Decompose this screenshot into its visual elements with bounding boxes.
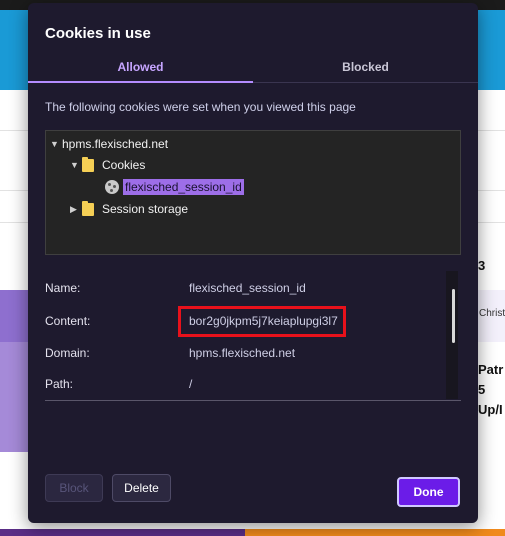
cookie-icon [105, 180, 119, 194]
tab-allowed[interactable]: Allowed [28, 55, 253, 83]
detail-label: Path: [45, 377, 74, 391]
details-scrollbar-thumb[interactable] [452, 289, 455, 343]
page-snippet-number: 3 [478, 258, 486, 273]
tree-item-session-storage[interactable]: ▶ Session storage [70, 199, 188, 219]
block-button[interactable]: Block [45, 474, 103, 502]
done-button[interactable]: Done [397, 477, 460, 507]
page-footer-bar [0, 529, 245, 536]
tree-item-cookies[interactable]: ▼ Cookies [70, 155, 145, 175]
tree-cookie-label[interactable]: flexisched_session_id [123, 179, 244, 195]
details-divider [45, 400, 461, 401]
detail-value: flexisched_session_id [189, 281, 306, 295]
page-snippet-line: 5 [478, 382, 486, 397]
expand-arrow-icon[interactable]: ▼ [50, 139, 62, 149]
folder-icon [82, 156, 94, 172]
expand-arrow-icon[interactable]: ▼ [70, 160, 82, 170]
page-snippet-line: Patr [478, 362, 504, 377]
detail-row-domain: Domain: hpms.flexisched.net [45, 346, 445, 366]
tree-item-site[interactable]: ▼ hpms.flexisched.net [50, 134, 168, 154]
detail-value: hpms.flexisched.net [189, 346, 296, 360]
detail-label: Domain: [45, 346, 90, 360]
cookies-dialog: Cookies in use Allowed Blocked The follo… [28, 3, 478, 523]
detail-row-path: Path: / [45, 377, 445, 397]
delete-button[interactable]: Delete [112, 474, 171, 502]
detail-label: Name: [45, 281, 81, 295]
tab-bar: Allowed Blocked [28, 55, 478, 83]
cookie-tree[interactable]: ▼ hpms.flexisched.net ▼ Cookies flexisch… [45, 130, 461, 255]
detail-value: / [189, 377, 193, 391]
page-snippet-line: Up/I [478, 402, 503, 417]
page-footer-bar-accent [245, 529, 505, 536]
tree-folder-label: Session storage [102, 202, 189, 216]
detail-row-name: Name: flexisched_session_id [45, 281, 445, 301]
tree-item-cookie[interactable]: flexisched_session_id [105, 177, 244, 197]
expand-arrow-icon[interactable]: ▶ [70, 204, 82, 215]
content-highlight-box [178, 306, 346, 337]
page-snippet-small: Christ [479, 308, 505, 319]
folder-icon [82, 200, 94, 216]
tree-site-label: hpms.flexisched.net [62, 137, 169, 151]
dialog-description: The following cookies were set when you … [45, 100, 356, 114]
tree-folder-label: Cookies [102, 158, 146, 172]
dialog-title: Cookies in use [45, 25, 151, 42]
detail-label: Content: [45, 314, 91, 328]
tab-blocked[interactable]: Blocked [253, 55, 478, 83]
